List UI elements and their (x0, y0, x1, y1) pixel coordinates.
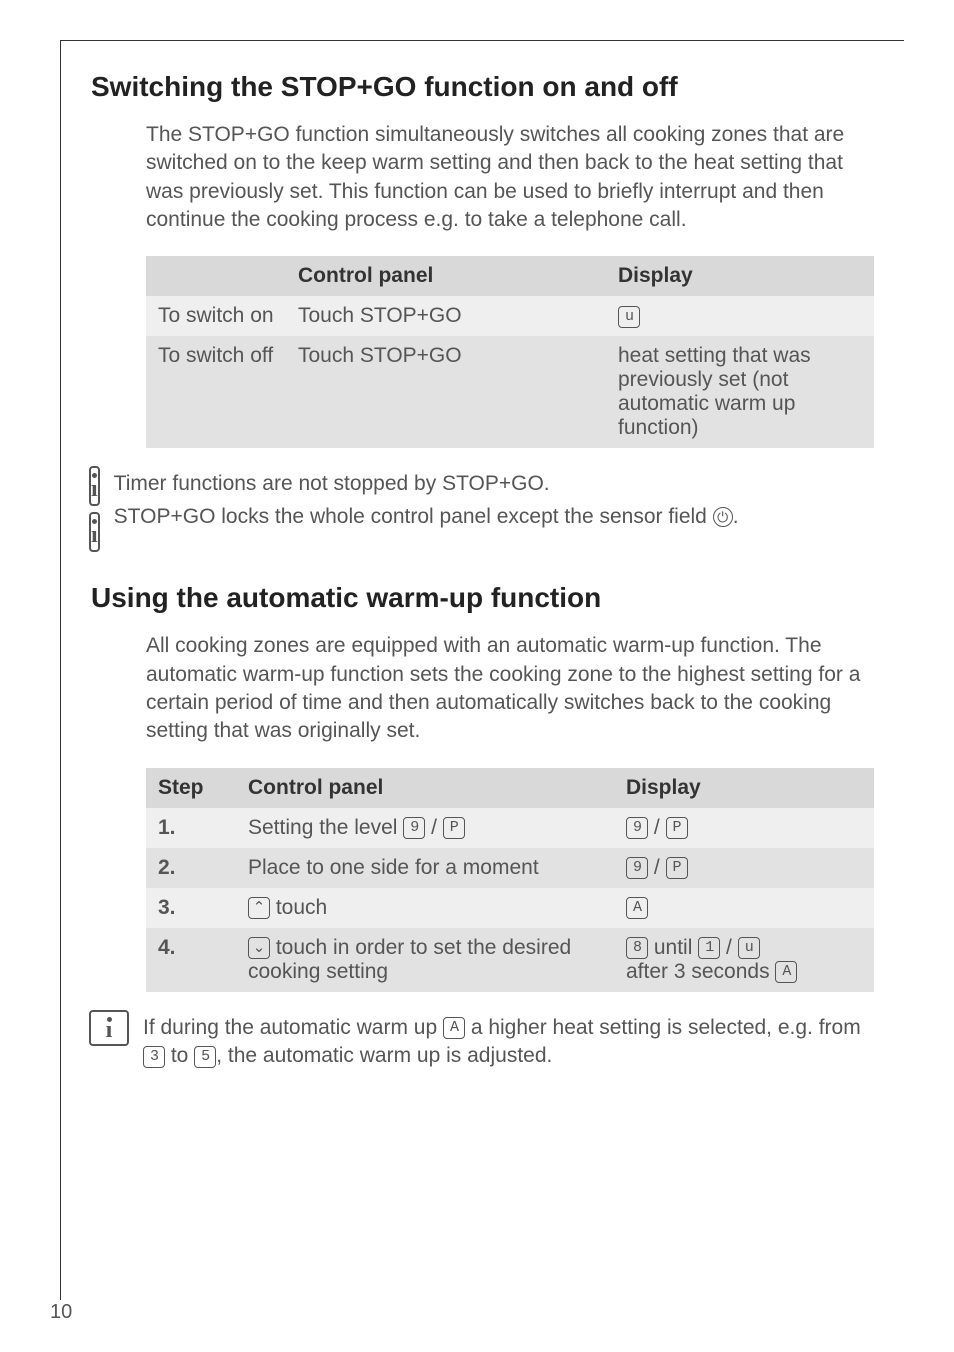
display-a-icon: A (443, 1017, 465, 1039)
cell-display: 8 until 1 / u after 3 seconds A (614, 928, 874, 992)
info-text: STOP+GO locks the whole control panel ex… (114, 499, 874, 531)
display-1-icon: 1 (698, 937, 720, 959)
display-p-icon: P (666, 817, 688, 839)
info-note: ı If during the automatic warm up A a hi… (89, 1010, 874, 1071)
info-icon: ı (89, 512, 100, 552)
section2-heading: Using the automatic warm-up function (91, 582, 874, 614)
info-mid2: to (165, 1044, 194, 1067)
sep: / (648, 856, 666, 879)
table-header-row: Step Control panel Display (146, 768, 874, 808)
cell-control: Setting the level 9 / P (236, 808, 614, 848)
level-5-icon: 5 (194, 1046, 216, 1068)
col-control-panel: Control panel (236, 768, 614, 808)
display-8-icon: 8 (626, 937, 648, 959)
info-post: , the automatic warm up is adjusted. (216, 1044, 552, 1067)
cell-action: To switch off (146, 336, 286, 448)
display-9-icon: 9 (626, 857, 648, 879)
table-header-row: Control panel Display (146, 256, 874, 296)
up-arrow-icon: ⌃ (248, 897, 270, 919)
section1-intro: The STOP+GO function simultaneously swit… (146, 121, 874, 234)
col-display: Display (606, 256, 874, 296)
cell-control: Touch STOP+GO (286, 296, 606, 336)
table-row: 1. Setting the level 9 / P 9 / P (146, 808, 874, 848)
cell-action: To switch on (146, 296, 286, 336)
table-row: 2. Place to one side for a moment 9 / P (146, 848, 874, 888)
cell-control: Touch STOP+GO (286, 336, 606, 448)
page-frame: Switching the STOP+GO function on and of… (60, 40, 904, 1300)
cell-control: ⌄ touch in order to set the desired cook… (236, 928, 614, 992)
col-display: Display (614, 768, 874, 808)
cell-display: 9 / P (614, 808, 874, 848)
section1-heading: Switching the STOP+GO function on and of… (91, 71, 874, 103)
info-mid1: a higher heat setting is selected, e.g. … (465, 1016, 861, 1039)
display-a-icon: A (775, 961, 797, 983)
display-9-icon: 9 (626, 817, 648, 839)
cp-pre: Setting the level (248, 816, 403, 839)
page-number: 10 (50, 1301, 72, 1324)
sep: / (425, 816, 443, 839)
table-row: To switch off Touch STOP+GO heat setting… (146, 336, 874, 448)
warmup-table: Step Control panel Display 1. Setting th… (146, 768, 874, 992)
info-icon: ı (89, 466, 100, 506)
cell-display: u (606, 296, 874, 336)
display-u-icon: u (738, 937, 760, 959)
level-9-icon: 9 (403, 817, 425, 839)
sep: / (648, 816, 666, 839)
info2-post: . (733, 505, 739, 528)
cp-post: touch in order to set the desired cookin… (248, 936, 571, 983)
cell-control: Place to one side for a moment (236, 848, 614, 888)
table-row: To switch on Touch STOP+GO u (146, 296, 874, 336)
down-arrow-icon: ⌄ (248, 937, 270, 959)
info-text: If during the automatic warm up A a high… (143, 1010, 874, 1071)
col-blank (146, 256, 286, 296)
keepwarm-icon: u (618, 306, 640, 328)
cell-display: 9 / P (614, 848, 874, 888)
col-control-panel: Control panel (286, 256, 606, 296)
cell-display: heat setting that was previously set (no… (606, 336, 874, 448)
info2-pre: STOP+GO locks the whole control panel ex… (114, 505, 713, 528)
section2-intro: All cooking zones are equipped with an a… (146, 632, 874, 745)
power-icon: ⏻ (713, 507, 733, 527)
level-p-icon: P (443, 817, 465, 839)
display-a-icon: A (626, 897, 648, 919)
stopgo-table: Control panel Display To switch on Touch… (146, 256, 874, 448)
cell-step: 2. (146, 848, 236, 888)
cell-step: 3. (146, 888, 236, 928)
table-row: 3. ⌃ touch A (146, 888, 874, 928)
col-step: Step (146, 768, 236, 808)
info-pre: If during the automatic warm up (143, 1016, 443, 1039)
info-text: Timer functions are not stopped by STOP+… (114, 466, 874, 498)
info-note: ı ı Timer functions are not stopped by S… (89, 466, 874, 552)
table-row: 4. ⌄ touch in order to set the desired c… (146, 928, 874, 992)
cell-control: ⌃ touch (236, 888, 614, 928)
display-p-icon: P (666, 857, 688, 879)
cp-post: touch (270, 896, 327, 919)
cell-step: 4. (146, 928, 236, 992)
info-icon: ı (89, 1010, 129, 1046)
level-3-icon: 3 (143, 1046, 165, 1068)
cell-display: A (614, 888, 874, 928)
disp-line2-pre: after 3 seconds (626, 960, 775, 983)
cell-step: 1. (146, 808, 236, 848)
